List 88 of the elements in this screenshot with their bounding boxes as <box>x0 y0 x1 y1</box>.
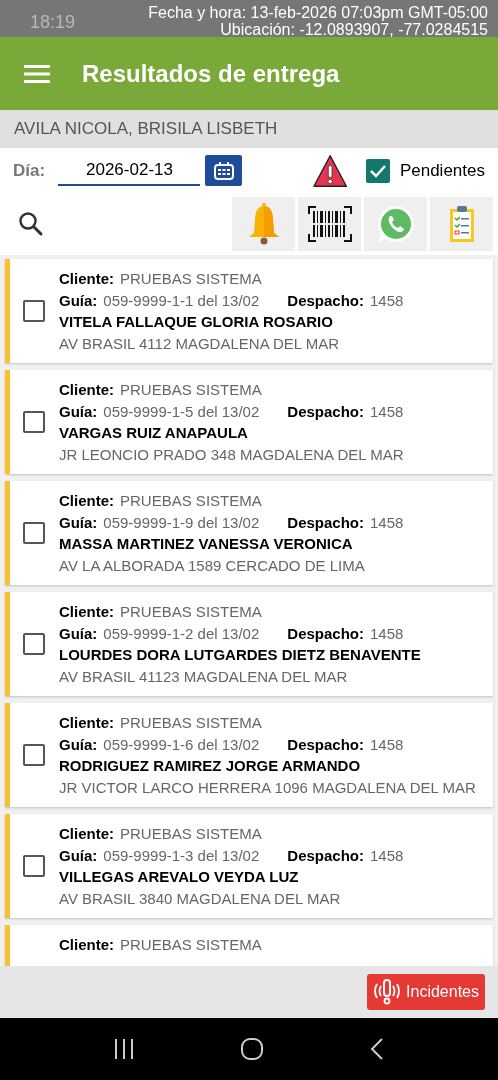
check-icon <box>368 163 387 178</box>
address-text: JR VICTOR LARCO HERRERA 1096 MAGDALENA DEL MAR <box>59 777 476 798</box>
recipient-name: VARGAS RUIZ ANAPAULA <box>59 423 249 443</box>
dispatch-value: 1458 <box>370 845 404 866</box>
guide-label: Guía: <box>59 290 98 311</box>
day-label: Día: <box>13 159 45 182</box>
barcode-icon <box>307 206 352 242</box>
guide-value: 059-9999-1-6 del 13/02 <box>103 734 260 755</box>
dispatch-value: 1458 <box>370 623 404 644</box>
dispatch-label: Despacho: <box>287 734 364 755</box>
screen-title: Resultados de entrega <box>82 58 340 89</box>
menu-icon[interactable] <box>24 64 50 83</box>
client-label: Cliente: <box>59 491 114 511</box>
recent-apps-icon[interactable] <box>112 1038 135 1060</box>
delivery-card[interactable]: Cliente: PRUEBAS SISTEMA <box>5 925 493 966</box>
guide-label: Guía: <box>59 401 98 422</box>
user-name: AVILA NICOLA, BRISILA LISBETH <box>14 118 278 141</box>
incidents-button[interactable]: Incidentes <box>367 974 485 1010</box>
delivery-card[interactable]: Cliente: PRUEBAS SISTEMA Guía: 059-9999-1-9 del 13/02 Despacho: 1458 MASSA MARTINEZ VANESSA VERONICA AV LA ALBORADA 1589 CERCADO DE LIMA <box>5 481 493 585</box>
client-value: PRUEBAS SISTEMA <box>120 269 262 289</box>
bell-icon <box>247 203 280 245</box>
recipient-name: VITELA FALLAQUE GLORIA ROSARIO <box>59 312 334 332</box>
checkbox[interactable] <box>23 522 45 544</box>
guide-label: Guía: <box>59 623 98 644</box>
dispatch-label: Despacho: <box>287 623 364 644</box>
delivery-card[interactable]: Cliente: PRUEBAS SISTEMA Guía: 059-9999-1-2 del 13/02 Despacho: 1458 LOURDES DORA LUTGARDES DIETZ BENAVENTE AV BRASIL 41123 MAGDALENA DEL MAR <box>5 592 493 696</box>
client-label: Cliente: <box>59 935 114 955</box>
guide-value: 059-9999-1-5 del 13/02 <box>103 401 260 422</box>
pending-checkbox[interactable]: Pendientes <box>365 157 485 184</box>
client-value: PRUEBAS SISTEMA <box>120 380 262 400</box>
recipient-name: VILLEGAS AREVALO VEYDA LUZ <box>59 867 300 887</box>
recipient-name: MASSA MARTINEZ VANESSA VERONICA <box>59 534 354 554</box>
calendar-button[interactable] <box>205 155 242 186</box>
address-text: AV LA ALBORADA 1589 CERCADO DE LIMA <box>59 555 366 576</box>
client-label: Cliente: <box>59 602 114 622</box>
client-label: Cliente: <box>59 713 114 733</box>
recipient-name: LOURDES DORA LUTGARDES DIETZ BENAVENTE <box>59 645 421 665</box>
guide-value: 059-9999-1-1 del 13/02 <box>103 290 260 311</box>
status-time: 18:19 <box>30 11 76 34</box>
address-text: JR LEONCIO PRADO 348 MAGDALENA DEL MAR <box>59 444 404 465</box>
address-text: AV BRASIL 3840 MAGDALENA DEL MAR <box>59 888 342 909</box>
alarm-icon <box>373 978 402 1006</box>
dispatch-label: Despacho: <box>287 401 364 422</box>
datetime-text: Fecha y hora: 13-feb-2026 07:03pm GMT-05:00 <box>148 4 488 21</box>
chat-phone-icon <box>375 204 416 244</box>
guide-label: Guía: <box>59 512 98 533</box>
checkbox[interactable] <box>23 300 45 322</box>
dispatch-value: 1458 <box>370 401 404 422</box>
delivery-card[interactable]: Cliente: PRUEBAS SISTEMA Guía: 059-9999-1-6 del 13/02 Despacho: 1458 RODRIGUEZ RAMIREZ JORGE ARMANDO JR VICTOR LARCO HERRERA 1096 MAGDALENA DEL MAR <box>5 703 493 807</box>
dispatch-value: 1458 <box>370 512 404 533</box>
search-icon[interactable] <box>18 211 44 237</box>
checkbox[interactable] <box>23 633 45 655</box>
location-text: Ubicación: -12.0893907, -77.0284515 <box>220 21 488 38</box>
recipient-name: RODRIGUEZ RAMIREZ JORGE ARMANDO <box>59 756 362 776</box>
dispatch-label: Despacho: <box>287 845 364 866</box>
checkbox[interactable] <box>23 855 45 877</box>
client-label: Cliente: <box>59 269 114 289</box>
client-value: PRUEBAS SISTEMA <box>120 824 262 844</box>
address-text: AV BRASIL 41123 MAGDALENA DEL MAR <box>59 666 349 687</box>
guide-label: Guía: <box>59 734 98 755</box>
clipboard-icon <box>448 205 475 243</box>
dispatch-value: 1458 <box>370 734 404 755</box>
guide-label: Guía: <box>59 845 98 866</box>
dispatch-label: Despacho: <box>287 290 364 311</box>
home-icon[interactable] <box>240 1037 264 1061</box>
dispatch-label: Despacho: <box>287 512 364 533</box>
guide-value: 059-9999-1-2 del 13/02 <box>103 623 260 644</box>
client-value: PRUEBAS SISTEMA <box>120 713 262 733</box>
checklist-button[interactable] <box>430 197 493 251</box>
back-icon[interactable] <box>369 1037 386 1061</box>
warning-icon[interactable] <box>312 153 347 188</box>
client-value: PRUEBAS SISTEMA <box>120 935 262 955</box>
guide-value: 059-9999-1-9 del 13/02 <box>103 512 260 533</box>
delivery-card[interactable]: Cliente: PRUEBAS SISTEMA Guía: 059-9999-1-3 del 13/02 Despacho: 1458 VILLEGAS AREVALO VEYDA LUZ AV BRASIL 3840 MAGDALENA DEL MAR <box>5 814 493 918</box>
scan-button[interactable] <box>298 197 361 251</box>
calendar-icon <box>213 161 234 180</box>
client-label: Cliente: <box>59 380 114 400</box>
client-value: PRUEBAS SISTEMA <box>120 491 262 511</box>
date-field[interactable]: 2026-02-13 <box>58 155 201 186</box>
client-label: Cliente: <box>59 824 114 844</box>
dispatch-value: 1458 <box>370 290 404 311</box>
client-value: PRUEBAS SISTEMA <box>120 602 262 622</box>
delivery-card[interactable]: Cliente: PRUEBAS SISTEMA Guía: 059-9999-1-5 del 13/02 Despacho: 1458 VARGAS RUIZ ANAPAULA JR LEONCIO PRADO 348 MAGDALENA DEL MAR <box>5 370 493 474</box>
address-text: AV BRASIL 4112 MAGDALENA DEL MAR <box>59 333 341 354</box>
guide-value: 059-9999-1-3 del 13/02 <box>103 845 260 866</box>
delivery-card[interactable]: Cliente: PRUEBAS SISTEMA Guía: 059-9999-1-1 del 13/02 Despacho: 1458 VITELA FALLAQUE GLORIA ROSARIO AV BRASIL 4112 MAGDALENA DEL MAR <box>5 259 493 363</box>
checkbox[interactable] <box>23 744 45 766</box>
checkbox[interactable] <box>23 411 45 433</box>
